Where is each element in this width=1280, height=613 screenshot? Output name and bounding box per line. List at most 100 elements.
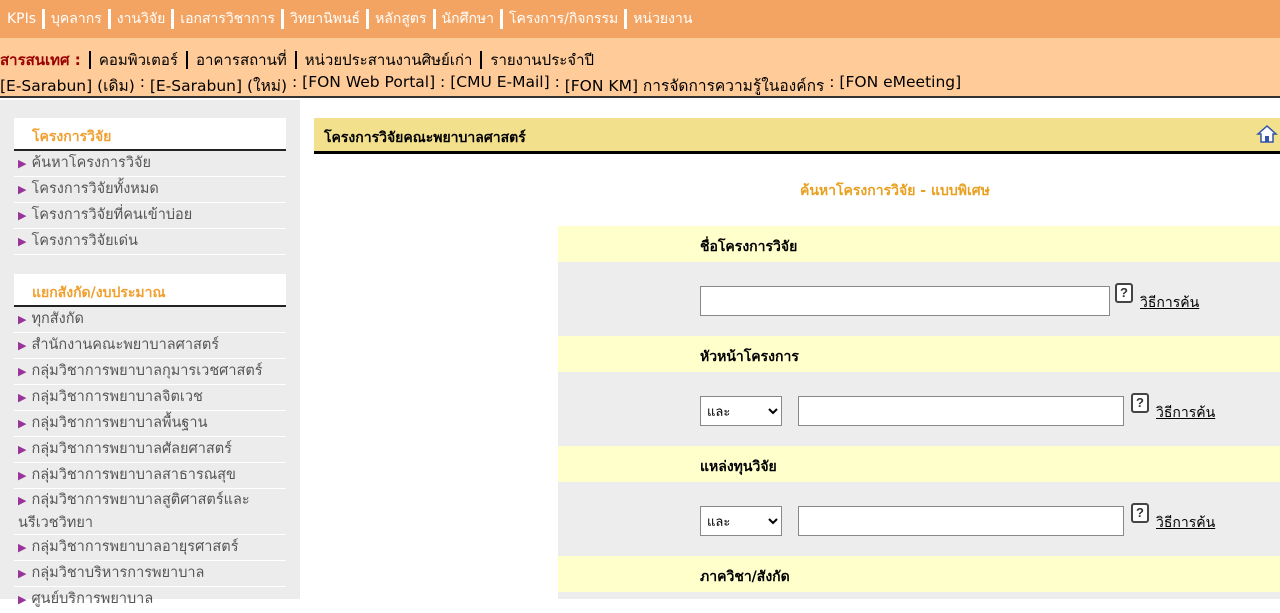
info-links-row: สารสนเทศ : คอมพิวเตอร์ อาคารสถานที่ หน่ว… <box>0 48 594 72</box>
sidebar-item-label: กลุ่มวิชาการพยาบาลศัลยศาสตร์ <box>31 441 232 457</box>
sidebar-item-featured-research[interactable]: ▶ โครงการวิจัยเด่น <box>14 229 286 255</box>
funding-source-input[interactable] <box>798 506 1124 536</box>
help-icon[interactable]: ? <box>1131 393 1149 413</box>
nav-curriculum[interactable]: หลักสูตร <box>372 8 429 30</box>
sidebar-item-obstetric-nursing[interactable]: ▶ กลุ่มวิชาการพยาบาลสูติศาสตร์และนรีเวชวิ… <box>14 489 286 535</box>
info-separator <box>294 51 297 69</box>
nav-students[interactable]: นักศึกษา <box>439 8 498 30</box>
nav-separator <box>42 9 46 29</box>
triangle-bullet-icon: ▶ <box>18 567 27 580</box>
search-help-link[interactable]: วิธีการค้น <box>1156 512 1215 534</box>
funding-source-row: และ ? วิธีการค้น <box>558 482 1280 556</box>
link-separator: : <box>287 73 303 91</box>
nav-personnel[interactable]: บุคลากร <box>48 8 105 30</box>
sidebar-item-label: กลุ่มวิชาบริหารการพยาบาล <box>31 565 205 581</box>
esarabun-old-link[interactable]: [E-Sarabun] (เดิม) <box>0 73 135 98</box>
nav-thesis[interactable]: วิทยานิพนธ์ <box>287 8 363 30</box>
sidebar-item-fundamental-nursing[interactable]: ▶ กลุ่มวิชาการพยาบาลพื้นฐาน <box>14 411 286 437</box>
sidebar-item-label: โครงการวิจัยที่คนเข้าบ่อย <box>31 207 193 223</box>
nav-academic-docs[interactable]: เอกสารวิชาการ <box>177 8 278 30</box>
nav-units[interactable]: หน่วยงาน <box>630 8 695 30</box>
sidebar-item-nursing-office[interactable]: ▶ สำนักงานคณะพยาบาลศาสตร์ <box>14 333 286 359</box>
sidebar-item-public-health-nursing[interactable]: ▶ กลุ่มวิชาการพยาบาลสาธารณสุข <box>14 463 286 489</box>
project-name-input[interactable] <box>700 286 1110 316</box>
funding-source-section: แหล่งทุนวิจัย และ ? วิธีการค้น <box>558 446 1280 556</box>
help-icon[interactable]: ? <box>1131 503 1149 523</box>
sidebar-item-popular-research[interactable]: ▶ โครงการวิจัยที่คนเข้าบ่อย <box>14 203 286 229</box>
project-head-label: หัวหน้าโครงการ <box>558 336 1280 372</box>
help-icon[interactable]: ? <box>1115 283 1133 303</box>
info-separator <box>88 51 91 69</box>
sidebar-item-all-departments[interactable]: ▶ ทุกสังกัด <box>14 307 286 333</box>
search-help-link[interactable]: วิธีการค้น <box>1140 292 1199 314</box>
sidebar-item-nursing-admin[interactable]: ▶ กลุ่มวิชาบริหารการพยาบาล <box>14 561 286 587</box>
department-section: ภาควิชา/สังกัด <box>558 556 1280 599</box>
triangle-bullet-icon: ▶ <box>18 209 27 222</box>
info-computer-link[interactable]: คอมพิวเตอร์ <box>99 48 178 72</box>
triangle-bullet-icon: ▶ <box>18 541 27 554</box>
sidebar-item-label: ค้นหาโครงการวิจัย <box>31 155 151 171</box>
nav-separator <box>107 9 111 29</box>
esarabun-new-link[interactable]: [E-Sarabun] (ใหม่) <box>150 73 287 98</box>
sidebar-item-label: กลุ่มวิชาการพยาบาลพื้นฐาน <box>31 415 208 431</box>
sidebar-item-psychiatric-nursing[interactable]: ▶ กลุ่มวิชาการพยาบาลจิตเวช <box>14 385 286 411</box>
project-name-row: ? วิธีการค้น <box>558 262 1280 336</box>
nav-separator <box>500 9 504 29</box>
nav-projects[interactable]: โครงการ/กิจกรรม <box>506 8 621 30</box>
external-links-row: [E-Sarabun] (เดิม) : [E-Sarabun] (ใหม่) … <box>0 73 961 98</box>
info-annual-report-link[interactable]: รายงานประจำปี <box>490 48 594 72</box>
sidebar-item-label: โครงการวิจัยทั้งหมด <box>31 181 159 197</box>
sidebar-item-pediatric-nursing[interactable]: ▶ กลุ่มวิชาการพยาบาลกุมารเวชศาสตร์ <box>14 359 286 385</box>
link-separator: : <box>824 73 840 91</box>
triangle-bullet-icon: ▶ <box>18 593 27 606</box>
home-icon[interactable] <box>1256 123 1278 145</box>
search-help-link[interactable]: วิธีการค้น <box>1156 402 1215 424</box>
nav-separator <box>171 9 175 29</box>
funding-source-operator-select[interactable]: และ <box>700 506 782 536</box>
department-label: ภาควิชา/สังกัด <box>558 556 1280 592</box>
nav-research[interactable]: งานวิจัย <box>114 8 169 30</box>
info-bar: สารสนเทศ : คอมพิวเตอร์ อาคารสถานที่ หน่ว… <box>0 38 1280 98</box>
department-menu-box: แยกสังกัด/งบประมาณ ▶ ทุกสังกัด ▶ สำนักงานค… <box>14 274 286 613</box>
link-separator: : <box>134 73 150 91</box>
cmu-email-link[interactable]: [CMU E-Mail] <box>450 73 549 98</box>
triangle-bullet-icon: ▶ <box>18 469 27 482</box>
fon-web-portal-link[interactable]: [FON Web Portal] <box>302 73 435 98</box>
triangle-bullet-icon: ▶ <box>18 417 27 430</box>
sidebar-item-label: กลุ่มวิชาการพยาบาลกุมารเวชศาสตร์ <box>31 363 263 379</box>
sidebar-item-search-research[interactable]: ▶ ค้นหาโครงการวิจัย <box>14 151 286 177</box>
sidebar-item-surgical-nursing[interactable]: ▶ กลุ่มวิชาการพยาบาลศัลยศาสตร์ <box>14 437 286 463</box>
sidebar-item-nursing-service-center[interactable]: ▶ ศูนย์บริการพยาบาล <box>14 587 286 613</box>
info-label: สารสนเทศ : <box>0 51 81 69</box>
sidebar-item-label: กลุ่มวิชาการพยาบาลอายุรศาสตร์ <box>31 539 239 555</box>
triangle-bullet-icon: ▶ <box>18 391 27 404</box>
triangle-bullet-icon: ▶ <box>18 313 27 326</box>
project-head-operator-select[interactable]: และ <box>700 396 782 426</box>
info-alumni-link[interactable]: หน่วยประสานงานศิษย์เก่า <box>305 48 473 72</box>
sidebar-item-label: ศูนย์บริการพยาบาล <box>31 591 154 607</box>
sidebar-item-label: กลุ่มวิชาการพยาบาลสูติศาสตร์และนรีเวชวิท… <box>18 492 250 531</box>
page-title: โครงการวิจัยคณะพยาบาลศาสตร์ <box>324 130 526 146</box>
sidebar-item-label: สำนักงานคณะพยาบาลศาสตร์ <box>31 337 220 353</box>
info-building-link[interactable]: อาคารสถานที่ <box>196 48 287 72</box>
department-row <box>558 592 1280 599</box>
nav-separator <box>432 9 436 29</box>
nav-kpis[interactable]: KPIs <box>4 11 39 27</box>
triangle-bullet-icon: ▶ <box>18 443 27 456</box>
fon-km-link[interactable]: [FON KM] การจัดการความรู้ในองค์กร <box>565 73 825 98</box>
department-menu-title: แยกสังกัด/งบประมาณ <box>14 274 286 307</box>
funding-source-label: แหล่งทุนวิจัย <box>558 446 1280 482</box>
sidebar-item-all-research[interactable]: ▶ โครงการวิจัยทั้งหมด <box>14 177 286 203</box>
project-head-input[interactable] <box>798 396 1124 426</box>
sidebar-item-label: กลุ่มวิชาการพยาบาลจิตเวช <box>31 389 203 405</box>
nav-separator <box>366 9 370 29</box>
sidebar-item-label: โครงการวิจัยเด่น <box>31 233 138 249</box>
sidebar-item-medical-nursing[interactable]: ▶ กลุ่มวิชาการพยาบาลอายุรศาสตร์ <box>14 535 286 561</box>
research-menu-title: โครงการวิจัย <box>14 118 286 151</box>
fon-emeeting-link[interactable]: [FON eMeeting] <box>839 73 961 98</box>
info-separator <box>186 51 188 69</box>
main-content: โครงการวิจัยคณะพยาบาลศาสตร์ ค้นหาโครงการ… <box>300 100 1280 599</box>
research-menu-box: โครงการวิจัย ▶ ค้นหาโครงการวิจัย ▶ โครงการ… <box>14 118 286 255</box>
sidebar-item-label: กลุ่มวิชาการพยาบาลสาธารณสุข <box>31 467 236 483</box>
project-name-label: ชื่อโครงการวิจัย <box>558 226 1280 262</box>
